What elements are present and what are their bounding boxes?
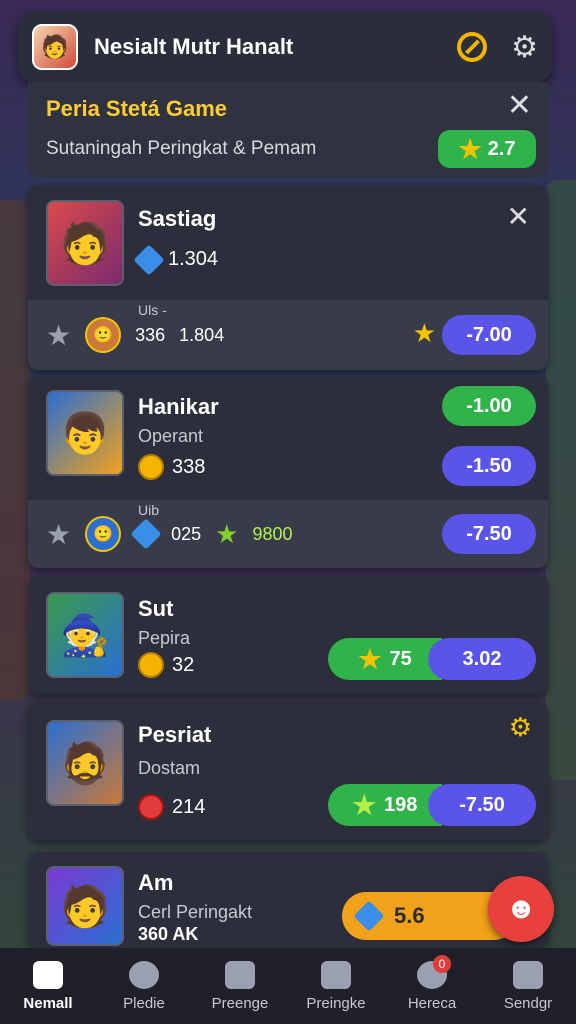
nav-ranking[interactable]: Preingke: [291, 960, 381, 1012]
coin-icon: [138, 652, 164, 678]
player-name: Hanikar: [138, 394, 219, 419]
player-portrait: 🧑: [46, 200, 124, 286]
player-hearts: 214: [138, 794, 205, 820]
nav-team[interactable]: Preenge: [195, 960, 285, 1012]
sub-label: Uls -: [138, 302, 167, 318]
gem-icon: [353, 900, 385, 932]
nav-history[interactable]: 0 Hereca: [387, 954, 477, 1012]
bottom-nav: Nemall Pledie Preenge Preingke 0 Hereca …: [0, 948, 576, 1024]
player-name: Sut: [138, 596, 174, 621]
favorite-star-icon[interactable]: ★: [46, 518, 71, 551]
player-card-sut[interactable]: 🧙 Sut Pepira 32 ★ 75 3.02: [28, 576, 548, 694]
star-icon: ★: [412, 318, 436, 348]
background-shelf-right: [546, 180, 576, 780]
player-coins: 338: [138, 454, 205, 480]
coin-icon: [138, 454, 164, 480]
bet-green-button[interactable]: - 1.00: [442, 386, 536, 426]
sub-label: Uib: [138, 502, 160, 518]
gear-icon[interactable]: ⚙: [511, 30, 538, 65]
bet-button[interactable]: - 7.00: [442, 315, 536, 355]
player-portrait: 🧙: [46, 592, 124, 678]
sub-value-2: 9800: [252, 523, 293, 544]
team-icon: [225, 960, 255, 989]
search-icon: [129, 960, 159, 989]
banner-value-button[interactable]: ★ 2.7: [438, 130, 536, 168]
app-title: Nesialt Mutr Hanalt: [94, 34, 294, 59]
player-portrait: 🧑: [46, 866, 124, 946]
player-role: Dostam: [138, 758, 201, 778]
player-name: Am: [138, 870, 174, 895]
sub-value-2: 1.804: [179, 324, 225, 345]
mini-avatar: 🙂: [85, 516, 122, 552]
nav-search[interactable]: Pledie: [99, 960, 189, 1012]
users-icon: [321, 960, 351, 989]
star-icon: ★: [352, 789, 376, 820]
player-role: Cerl Peringakt: [138, 902, 253, 922]
heart-badge-icon: [138, 794, 164, 820]
star-icon: ★: [215, 518, 239, 549]
background-shelf-left: [0, 200, 30, 700]
settings-gear-icon[interactable]: ⚙: [509, 712, 532, 743]
player-role: Operant: [138, 426, 204, 446]
gem-icon: [133, 243, 165, 276]
player-gems: 1.304: [133, 243, 218, 276]
chat-fab-button[interactable]: ☻: [488, 876, 554, 942]
player-portrait: 🧔: [46, 720, 124, 806]
top-bar: 🧑 Nesialt Mutr Hanalt ⚙: [18, 12, 552, 82]
card-subrow: Uls - ★ 🙂 336 1.804 ★ - 7.00: [28, 300, 548, 370]
banner-title: Peria Stetá Game: [46, 96, 227, 121]
bet-combo-button[interactable]: ★ 75 3.02: [328, 638, 536, 680]
close-icon[interactable]: ✕: [507, 200, 530, 233]
player-stat: 360 AK: [138, 924, 199, 944]
star-icon: ★: [358, 643, 382, 674]
player-card-pesriat[interactable]: 🧔 Pesriat Dostam 214 ⚙ ★ 198 - 7.50: [28, 702, 548, 840]
bet-button[interactable]: - 7.50: [442, 514, 536, 554]
close-icon[interactable]: ✕: [507, 88, 532, 123]
player-card-sastiag[interactable]: 🧑 Sastiag 1.304 ✕ Uls - ★ 🙂 336 1.804 ★ …: [28, 186, 548, 370]
nav-home[interactable]: Nemall: [3, 960, 93, 1012]
player-name: Pesriat: [138, 722, 212, 747]
sub-value-1: 336: [135, 324, 166, 345]
bet-button[interactable]: - 1.50: [442, 446, 536, 486]
favorite-star-icon[interactable]: ★: [46, 319, 71, 352]
player-coins: 32: [138, 652, 194, 678]
player-card-am[interactable]: 🧑 Am Cerl Peringakt 360 AK 5.6: [28, 852, 548, 948]
gem-icon: [130, 518, 162, 550]
notification-badge: 0: [433, 954, 451, 973]
profile-icon: [513, 960, 543, 989]
mini-avatar: 🙂: [85, 317, 122, 353]
player-role: Pepira: [138, 628, 191, 648]
home-icon: [33, 960, 63, 989]
block-icon[interactable]: [457, 32, 488, 62]
star-icon: ★: [458, 133, 482, 164]
player-card-hanikar[interactable]: 👦 Hanikar Operant 338 - 1.00 - 1.50 Uib …: [28, 376, 548, 568]
card-subrow: Uib ★ 🙂 025 ★ 9800 - 7.50: [28, 500, 548, 568]
player-portrait: 👦: [46, 390, 124, 476]
bet-combo-button[interactable]: ★ 198 - 7.50: [328, 784, 536, 826]
player-name: Sastiag: [138, 206, 217, 231]
nav-profile[interactable]: Sendgr: [483, 960, 573, 1012]
sub-value-1: 025: [171, 523, 202, 544]
avatar[interactable]: 🧑: [32, 24, 78, 70]
promo-banner: Peria Stetá Game Sutaningah Peringkat & …: [28, 82, 548, 178]
